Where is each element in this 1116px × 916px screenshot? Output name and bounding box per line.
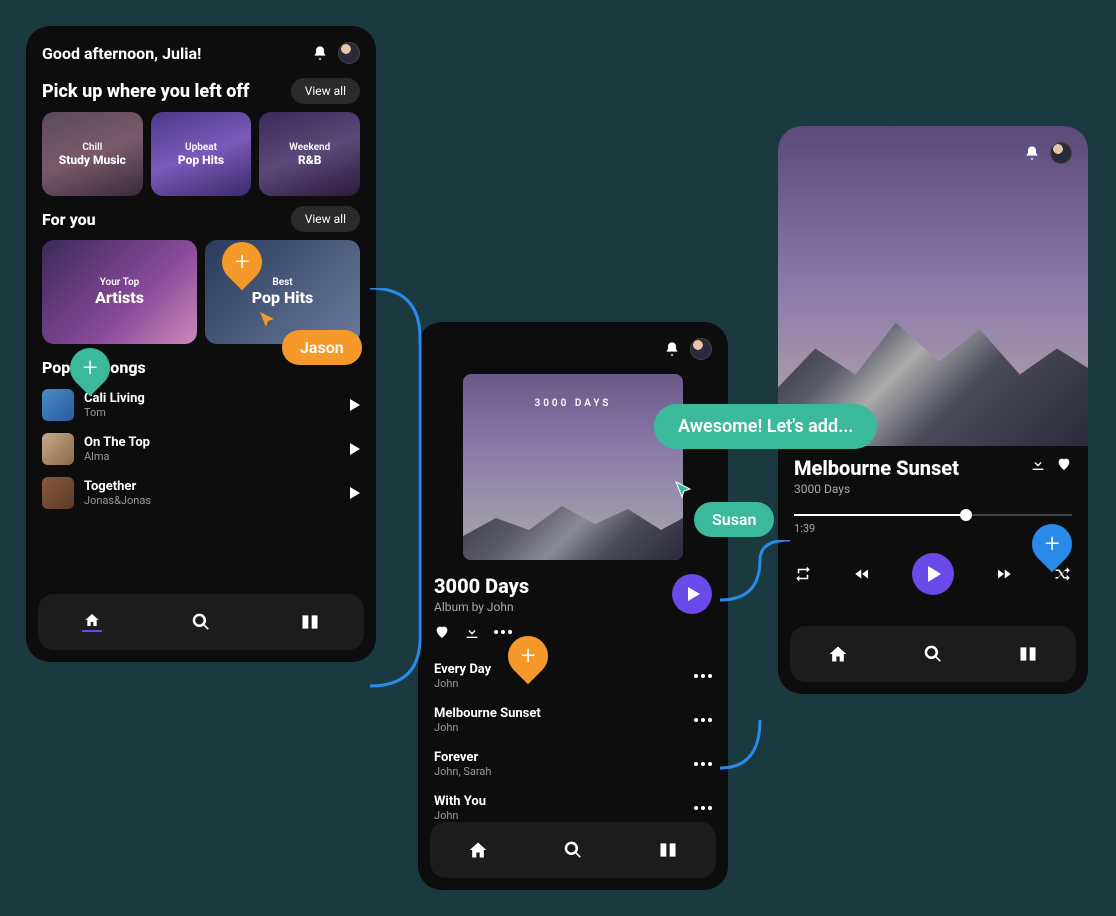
- play-icon[interactable]: [350, 487, 360, 499]
- more-icon[interactable]: [694, 762, 712, 766]
- previous-icon[interactable]: [853, 565, 871, 583]
- album-title: 3000 Days: [434, 574, 529, 598]
- heart-icon[interactable]: [1056, 456, 1072, 472]
- song-thumb: [42, 477, 74, 509]
- home-icon[interactable]: [468, 840, 488, 860]
- home-header: Good afternoon, Julia!: [42, 42, 360, 64]
- repeat-icon[interactable]: [794, 565, 812, 583]
- album-subtitle: Album by John: [434, 600, 529, 614]
- bell-icon[interactable]: [664, 341, 680, 357]
- comment-bubble: Awesome! Let's add...: [654, 404, 877, 449]
- home-icon[interactable]: [828, 644, 848, 664]
- cursor-label-jason: Jason: [282, 330, 362, 365]
- search-icon[interactable]: [191, 612, 211, 632]
- pickup-title: Pick up where you left off: [42, 81, 249, 102]
- next-icon[interactable]: [995, 565, 1013, 583]
- library-icon[interactable]: [658, 840, 678, 860]
- cursor-icon: [674, 480, 694, 500]
- cursor-icon: [258, 310, 278, 330]
- playlist-card-chill[interactable]: ChillStudy Music: [42, 112, 143, 196]
- bell-icon[interactable]: [312, 45, 328, 61]
- heart-icon[interactable]: [434, 624, 450, 640]
- viewall-button-foryou[interactable]: View all: [291, 206, 360, 232]
- bottom-nav: [430, 822, 716, 878]
- avatar[interactable]: [338, 42, 360, 64]
- play-icon[interactable]: [350, 399, 360, 411]
- track-item[interactable]: Melbourne SunsetJohn: [434, 698, 712, 742]
- progress-bar[interactable]: [794, 514, 1072, 516]
- home-icon[interactable]: [82, 612, 102, 632]
- foryou-card-artists[interactable]: Your TopArtists: [42, 240, 197, 344]
- album-cover[interactable]: 3000 DAYS: [463, 374, 683, 560]
- playlist-card-weekend[interactable]: WeekendR&B: [259, 112, 360, 196]
- bell-icon[interactable]: [1024, 145, 1040, 161]
- avatar[interactable]: [690, 338, 712, 360]
- now-playing-subtitle: 3000 Days: [794, 482, 959, 496]
- now-playing-title: Melbourne Sunset: [794, 456, 959, 480]
- shuffle-icon[interactable]: [1054, 565, 1072, 583]
- bottom-nav: [38, 594, 364, 650]
- track-item[interactable]: ForeverJohn, Sarah: [434, 742, 712, 786]
- elapsed-time: 1:39: [794, 522, 1072, 535]
- more-icon[interactable]: [694, 718, 712, 722]
- play-icon[interactable]: [350, 443, 360, 455]
- more-icon[interactable]: [494, 630, 512, 634]
- playlist-card-upbeat[interactable]: UpbeatPop Hits: [151, 112, 252, 196]
- bottom-nav: [790, 626, 1076, 682]
- greeting-text: Good afternoon, Julia!: [42, 44, 201, 63]
- song-item[interactable]: TogetherJonas&Jonas: [42, 471, 360, 515]
- viewall-button[interactable]: View all: [291, 78, 360, 104]
- play-button[interactable]: [912, 553, 954, 595]
- library-icon[interactable]: [300, 612, 320, 632]
- song-item[interactable]: On The TopAlma: [42, 427, 360, 471]
- foryou-title: For you: [42, 210, 96, 229]
- download-icon[interactable]: [464, 624, 480, 640]
- more-icon[interactable]: [694, 674, 712, 678]
- more-icon[interactable]: [694, 806, 712, 810]
- search-icon[interactable]: [563, 840, 583, 860]
- download-icon[interactable]: [1030, 456, 1046, 472]
- track-item[interactable]: Every DayJohn: [434, 654, 712, 698]
- song-thumb: [42, 389, 74, 421]
- now-playing-cover: [778, 126, 1088, 446]
- search-icon[interactable]: [923, 644, 943, 664]
- cursor-label-susan: Susan: [694, 502, 774, 537]
- avatar[interactable]: [1050, 142, 1072, 164]
- library-icon[interactable]: [1018, 644, 1038, 664]
- song-thumb: [42, 433, 74, 465]
- play-album-button[interactable]: [672, 574, 712, 614]
